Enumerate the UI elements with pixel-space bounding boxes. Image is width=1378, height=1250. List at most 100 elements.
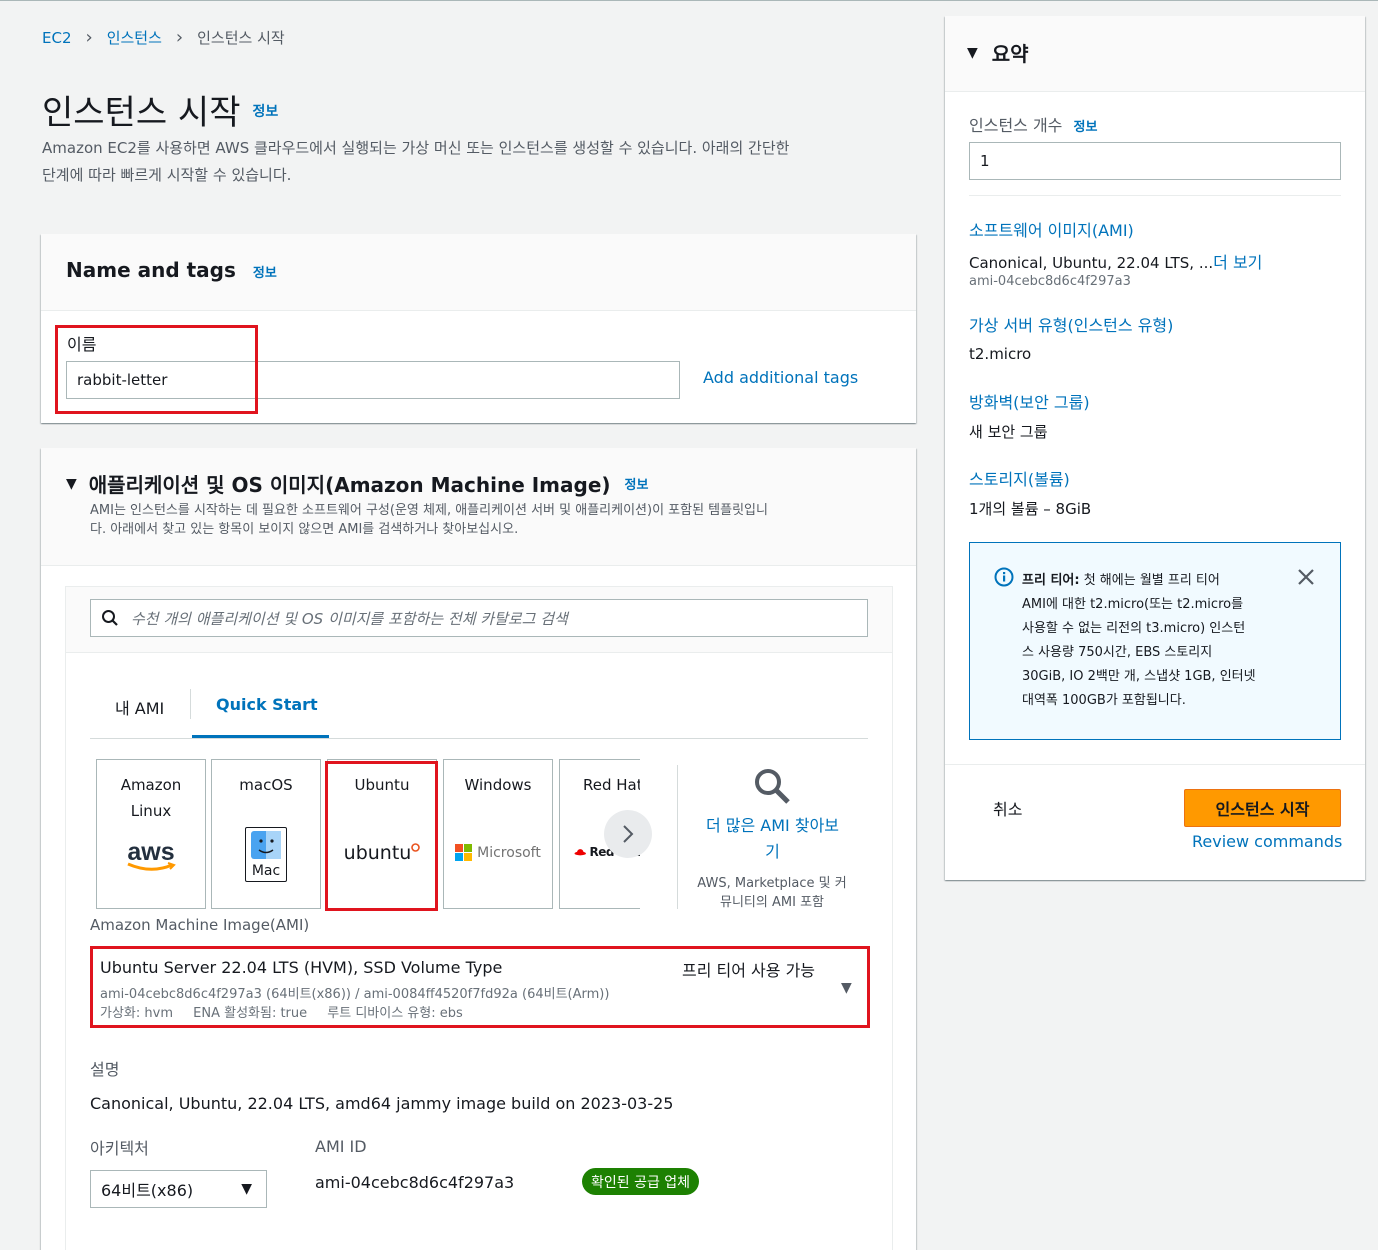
caret-down-icon[interactable]: ▼ xyxy=(66,476,77,492)
free-tier-line: AMI에 대한 t2.micro(또는 t2.micro를 xyxy=(1022,597,1244,612)
name-tags-header: Name and tags 정보 xyxy=(41,234,916,311)
review-commands-link[interactable]: Review commands xyxy=(1192,832,1342,851)
page-title-text: 인스턴스 시작 xyxy=(42,93,241,133)
ami-search-input[interactable]: 수천 개의 애플리케이션 및 OS 이미지를 포함하는 전체 카탈로그 검색 xyxy=(90,599,868,637)
browse-sub-line: AWS, Marketplace 및 커 xyxy=(697,876,847,891)
tab-active-indicator xyxy=(192,735,329,738)
architecture-select[interactable]: 64비트(x86) ▼ xyxy=(90,1170,267,1208)
summary-ami-link[interactable]: 소프트웨어 이미지(AMI) xyxy=(969,217,1134,241)
free-tier-line: 첫 해에는 월별 프리 티어 xyxy=(1079,573,1220,588)
summary-title: ▼ 요약 xyxy=(967,38,1029,67)
page-desc-line: Amazon EC2를 사용하면 AWS 클라우드에서 실행되는 가상 머신 또… xyxy=(42,139,790,157)
close-icon[interactable] xyxy=(1297,568,1315,586)
ami-select-label: Amazon Machine Image(AMI) xyxy=(90,916,310,934)
tab-quick-start[interactable]: Quick Start xyxy=(216,695,318,714)
tab-separator xyxy=(190,689,191,719)
os-name: Linux xyxy=(130,802,172,820)
summary-firewall-value: 새 보안 그룹 xyxy=(969,423,1048,441)
ami-description: AMI는 인스턴스를 시작하는 데 필요한 소프트웨어 구성(운영 체제, 애플… xyxy=(90,501,890,539)
ami-title: ▼ 애플리케이션 및 OS 이미지(Amazon Machine Image) … xyxy=(66,469,648,498)
os-name: Red Hat xyxy=(583,776,640,794)
instance-count-input[interactable]: 1 xyxy=(969,142,1341,180)
os-tile-macos[interactable]: macOS Mac xyxy=(211,759,321,909)
magnifier-icon xyxy=(755,769,790,804)
summary-firewall-link[interactable]: 방화벽(보안 그룹) xyxy=(969,389,1090,413)
instance-count-label-text: 인스턴스 개수 xyxy=(969,116,1063,135)
microsoft-logo-text: Microsoft xyxy=(477,844,541,861)
summary-divider xyxy=(969,195,1341,196)
add-tags-link[interactable]: Add additional tags xyxy=(703,368,858,387)
instance-count-label: 인스턴스 개수 정보 xyxy=(969,112,1097,136)
mac-logo: Mac xyxy=(245,827,287,882)
free-tier-line: 대역폭 100GB가 포함됩니다. xyxy=(1022,693,1186,708)
browse-more-subtext: AWS, Marketplace 및 커 뮤니티의 AMI 포함 xyxy=(688,874,856,912)
os-tile-windows[interactable]: Windows Microsoft xyxy=(443,759,553,909)
architecture-label: 아키텍처 xyxy=(90,1139,149,1158)
ami-id-value: ami-04cebc8d6c4f297a3 xyxy=(315,1173,515,1192)
free-tier-line: 사용할 수 없는 리전의 t3.micro) 인스턴 xyxy=(1022,621,1246,636)
highlight-ami-select-box xyxy=(90,946,870,1028)
breadcrumb-instances[interactable]: 인스턴스 xyxy=(107,27,162,48)
summary-ami-more-link[interactable]: 더 보기 xyxy=(1213,253,1262,272)
summary-footer-divider xyxy=(945,764,1365,765)
browse-link-line: 더 많은 AMI 찾아보 xyxy=(705,816,840,835)
windows-icon xyxy=(455,844,473,861)
highlight-name-box xyxy=(55,325,258,414)
summary-instance-type-link[interactable]: 가상 서버 유형(인스턴스 유형) xyxy=(969,312,1173,336)
architecture-value: 64비트(x86) xyxy=(101,1181,194,1200)
finder-icon xyxy=(251,831,281,859)
os-name: Windows xyxy=(464,776,532,794)
browse-sub-line: 뮤니티의 AMI 포함 xyxy=(720,895,824,910)
free-tier-alert: 프리 티어: 첫 해에는 월별 프리 티어 AMI에 대한 t2.micro(또… xyxy=(969,542,1341,740)
name-tags-title: Name and tags 정보 xyxy=(66,258,277,282)
instance-count-info-link[interactable]: 정보 xyxy=(1074,120,1098,135)
description-value: Canonical, Ubuntu, 22.04 LTS, amd64 jamm… xyxy=(90,1094,674,1113)
name-tags-info-link[interactable]: 정보 xyxy=(253,266,277,281)
summary-title-text: 요약 xyxy=(991,42,1029,66)
caret-down-icon[interactable]: ▼ xyxy=(967,45,978,61)
os-tile-amazon-linux[interactable]: Amazon Linux aws xyxy=(96,759,206,909)
ami-info-link[interactable]: 정보 xyxy=(625,474,649,493)
free-tier-line: 스 사용량 750시간, EBS 스토리지 xyxy=(1022,645,1213,660)
summary-ami-value: Canonical, Ubuntu, 22.04 LTS, ...더 보기 xyxy=(969,249,1262,273)
summary-ami-text: Canonical, Ubuntu, 22.04 LTS, ... xyxy=(969,254,1214,272)
summary-storage-link[interactable]: 스토리지(볼륨) xyxy=(969,466,1070,490)
mac-logo-text: Mac xyxy=(251,863,281,879)
chevron-right-icon: › xyxy=(175,27,184,48)
name-tags-title-text: Name and tags xyxy=(66,258,236,282)
breadcrumb: EC2 › 인스턴스 › 인스턴스 시작 xyxy=(42,27,285,48)
summary-instance-type-value: t2.micro xyxy=(969,345,1032,363)
search-placeholder: 수천 개의 애플리케이션 및 OS 이미지를 포함하는 전체 카탈로그 검색 xyxy=(131,609,568,628)
free-tier-line: 30GiB, IO 2백만 개, 스냅샷 1GB, 인터넷 xyxy=(1022,669,1256,684)
summary-storage-value: 1개의 볼륨 – 8GiB xyxy=(969,500,1092,518)
browse-more-amis-link[interactable]: 더 많은 AMI 찾아보 기 xyxy=(690,813,855,865)
ami-desc-line: 다. 아래에서 찾고 있는 항목이 보이지 않으면 AMI를 검색하거나 찾아보… xyxy=(90,522,519,537)
ami-title-text: 애플리케이션 및 OS 이미지(Amazon Machine Image) xyxy=(88,473,611,497)
launch-instance-button[interactable]: 인스턴스 시작 xyxy=(1184,789,1341,827)
aws-logo: aws xyxy=(127,838,175,866)
browse-separator xyxy=(677,765,678,909)
summary-ami-id: ami-04cebc8d6c4f297a3 xyxy=(969,274,1131,289)
redhat-icon xyxy=(574,849,586,856)
tabs-divider xyxy=(90,738,868,739)
free-tier-text: 프리 티어: 첫 해에는 월별 프리 티어 AMI에 대한 t2.micro(또… xyxy=(1022,569,1292,713)
page-title: 인스턴스 시작 정보 xyxy=(42,85,278,134)
os-name: Amazon xyxy=(120,776,182,794)
ami-id-label: AMI ID xyxy=(315,1137,367,1156)
cancel-button[interactable]: 취소 xyxy=(993,796,1022,820)
carousel-next-button[interactable] xyxy=(604,810,652,858)
browse-link-line: 기 xyxy=(765,842,780,861)
ami-desc-line: AMI는 인스턴스를 시작하는 데 필요한 소프트웨어 구성(운영 체제, 애플… xyxy=(90,503,768,518)
caret-down-icon: ▼ xyxy=(241,1181,252,1197)
page-description: Amazon EC2를 사용하면 AWS 클라우드에서 실행되는 가상 머신 또… xyxy=(42,135,912,189)
description-label: 설명 xyxy=(90,1060,120,1079)
page-desc-line: 단계에 따라 빠르게 시작할 수 있습니다. xyxy=(42,166,292,184)
chevron-right-icon xyxy=(623,825,634,843)
breadcrumb-ec2[interactable]: EC2 xyxy=(42,29,72,47)
os-name: macOS xyxy=(239,776,293,794)
page-info-link[interactable]: 정보 xyxy=(253,104,279,120)
verified-provider-badge: 확인된 공급 업체 xyxy=(582,1168,700,1195)
tab-my-ami[interactable]: 내 AMI xyxy=(115,695,164,719)
highlight-ubuntu-box xyxy=(325,761,438,911)
info-circle-icon xyxy=(994,567,1014,587)
